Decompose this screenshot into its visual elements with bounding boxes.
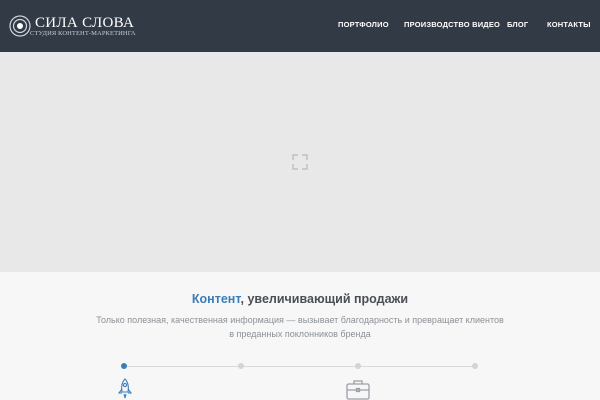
content-section: Контент, увеличивающий продажи Только по… — [0, 272, 600, 400]
nav-item-video-production[interactable]: ПРОИЗВОДСТВО ВИДЕО — [404, 20, 500, 29]
heading-accent: Контент — [191, 292, 241, 306]
rocket-icon — [117, 378, 133, 399]
site-header: СИЛА СЛОВА СТУДИЯ КОНТЕНТ-МАРКЕТИНГА ПОР… — [0, 0, 600, 52]
steps-timeline — [124, 366, 476, 367]
heading-rest: , увеличивающий продажи — [240, 292, 409, 306]
briefcase-icon — [346, 380, 370, 400]
hero-banner — [0, 52, 600, 272]
step-dot-3[interactable] — [355, 363, 361, 369]
step-dot-1[interactable] — [121, 363, 127, 369]
brand-title[interactable]: СИЛА СЛОВА — [35, 15, 134, 31]
section-subtext: Только полезная, качественная информация… — [90, 313, 510, 341]
concentric-circles-icon[interactable] — [9, 15, 31, 37]
nav-item-blog[interactable]: БЛОГ — [507, 20, 528, 29]
subtext-line-2: в преданных поклонников бренда — [229, 329, 371, 339]
step-dot-2[interactable] — [238, 363, 244, 369]
expand-icon[interactable] — [292, 154, 308, 170]
nav-item-portfolio[interactable]: ПОРТФОЛИО — [338, 20, 389, 29]
nav-item-contacts[interactable]: КОНТАКТЫ — [547, 20, 591, 29]
subtext-line-1: Только полезная, качественная информация… — [96, 315, 504, 325]
section-heading: Контент, увеличивающий продажи — [0, 292, 600, 306]
step-dot-4[interactable] — [472, 363, 478, 369]
brand-subtitle: СТУДИЯ КОНТЕНТ-МАРКЕТИНГА — [30, 30, 136, 37]
